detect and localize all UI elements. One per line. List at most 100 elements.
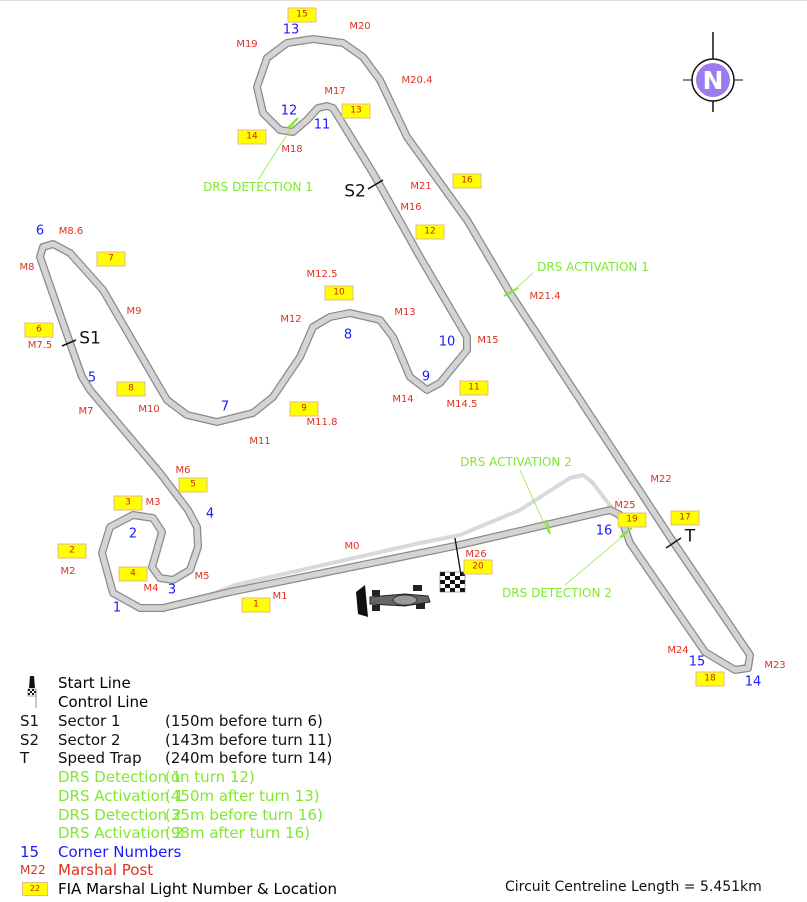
marshal-post: M5 — [194, 571, 210, 582]
circuit-length: Circuit Centreline Length = 5.451km — [505, 879, 762, 895]
marshal-post: M9 — [126, 306, 142, 317]
marshal-post: M8.6 — [58, 226, 84, 237]
legend-row: T Speed Trap (240m before turn 14) — [0, 749, 400, 767]
marshal-light-box: 9 — [289, 401, 319, 417]
marshal-post: M21 — [410, 181, 432, 192]
marshal-light-box: 18 — [695, 671, 725, 687]
legend-marshal-light: 22 FIA Marshal Light Number & Location — [0, 880, 400, 898]
legend-note: (35m before turn 16) — [165, 805, 323, 824]
sector-label: S2 — [344, 181, 366, 202]
marshal-light-box: 11 — [459, 380, 489, 396]
start-line-arrow-icon — [356, 585, 368, 617]
marshal-post: M1 — [272, 591, 288, 602]
marshal-post: M14 — [392, 394, 414, 405]
marshal-post: M22 — [650, 474, 672, 485]
marshal-post: M21.4 — [529, 291, 561, 302]
marshal-post: M12.5 — [306, 269, 338, 280]
legend-row: DRS Activation 1 (450m after turn 13) — [0, 787, 400, 805]
legend-key: T — [20, 749, 30, 768]
marshal-post: M8 — [19, 262, 35, 273]
legend-name: Speed Trap — [58, 749, 142, 768]
legend-note: (143m before turn 11) — [165, 730, 333, 749]
legend-control-line-label: Control Line — [58, 693, 149, 711]
marshal-post: M17 — [324, 86, 346, 97]
marshal-post: M18 — [281, 144, 303, 155]
checkered-flag-icon — [439, 571, 466, 593]
marshal-post: M24 — [667, 645, 689, 656]
marshal-light-box: 6 — [24, 322, 54, 338]
legend-key: S2 — [20, 730, 40, 749]
legend-note: (98m after turn 16) — [165, 824, 311, 843]
marshal-post: M7 — [78, 406, 94, 417]
drs-label: DRS DETECTION 1 — [203, 180, 313, 194]
legend-name: Sector 2 — [58, 730, 121, 749]
legend-note: (on turn 12) — [165, 768, 255, 787]
drs-leader-line — [564, 531, 629, 586]
legend-marshal-key: M22 — [20, 863, 46, 877]
marshal-light-box: 12 — [415, 224, 445, 240]
marshal-post: M16 — [400, 202, 422, 213]
corner-number: 3 — [167, 582, 177, 598]
marshal-post: M26 — [465, 549, 487, 560]
marshal-post: M11 — [249, 436, 271, 447]
car-icon — [356, 585, 431, 617]
corner-number: 6 — [35, 223, 45, 239]
corner-number: 9 — [421, 369, 431, 385]
pit-lane — [203, 473, 617, 599]
marshal-light-box: 3 — [113, 495, 143, 511]
legend-marshal-text: Marshal Post — [58, 861, 154, 879]
corner-number: 1 — [112, 600, 122, 616]
sector-ticks — [61, 179, 682, 549]
corner-number: 8 — [343, 327, 353, 343]
control-line-icon — [27, 688, 37, 708]
corner-number: 15 — [688, 654, 706, 670]
corner-number: 5 — [87, 370, 97, 386]
legend-name: DRS Detection 2 — [58, 805, 182, 824]
corner-number: 11 — [313, 117, 331, 133]
corner-number: 12 — [280, 103, 298, 119]
legend-name: Sector 1 — [58, 712, 121, 730]
marshal-light-box: 15 — [287, 7, 317, 23]
north-label: N — [703, 66, 724, 95]
corner-number: 16 — [595, 523, 613, 539]
marshal-light-box: 10 — [324, 285, 354, 301]
marshal-light-box: 5 — [178, 477, 208, 493]
marshal-light-box: 7 — [96, 251, 126, 267]
corner-number: 4 — [205, 506, 215, 522]
marshal-post: M7.5 — [27, 340, 53, 351]
legend-note: (240m before turn 14) — [165, 749, 333, 768]
marshal-light-box: 20 — [463, 559, 493, 575]
marshal-post: M19 — [236, 39, 258, 50]
marshal-post: M3 — [145, 497, 161, 508]
legend-name: DRS Detection 1 — [58, 768, 182, 787]
marshal-light-box: 19 — [617, 512, 647, 528]
marshal-post: M10 — [138, 404, 160, 415]
marshal-post: M25 — [614, 500, 636, 511]
legend-light-text: FIA Marshal Light Number & Location — [58, 880, 337, 898]
sector-label: S1 — [79, 328, 101, 349]
drs-label: DRS ACTIVATION 2 — [460, 455, 572, 469]
drs-label: DRS ACTIVATION 1 — [537, 260, 649, 274]
marshal-light-box: 1 — [241, 597, 271, 613]
legend-corner-key: 15 — [20, 843, 40, 861]
marshal-post: M2 — [60, 566, 76, 577]
marshal-post: M0 — [344, 541, 360, 552]
marshal-post: M20 — [349, 21, 371, 32]
sector-label: T — [684, 526, 696, 547]
corner-number: 7 — [220, 399, 230, 415]
marshal-post: M6 — [175, 465, 191, 476]
marshal-post: M15 — [477, 335, 499, 346]
marshal-light-box: 4 — [118, 566, 148, 582]
marshal-post: M4 — [143, 583, 159, 594]
legend-note: (150m before turn 6) — [165, 712, 323, 730]
drs-label: DRS DETECTION 2 — [502, 586, 612, 600]
north-compass: N — [683, 32, 743, 112]
marshal-light-box: 16 — [452, 173, 482, 189]
marshal-post: M12 — [280, 314, 302, 325]
corner-number: 13 — [282, 22, 300, 38]
legend-corner-text: Corner Numbers — [58, 843, 182, 861]
marshal-post: M13 — [394, 307, 416, 318]
corner-number: 2 — [128, 526, 138, 542]
marshal-post: M23 — [764, 660, 786, 671]
corner-number: 10 — [438, 334, 456, 350]
